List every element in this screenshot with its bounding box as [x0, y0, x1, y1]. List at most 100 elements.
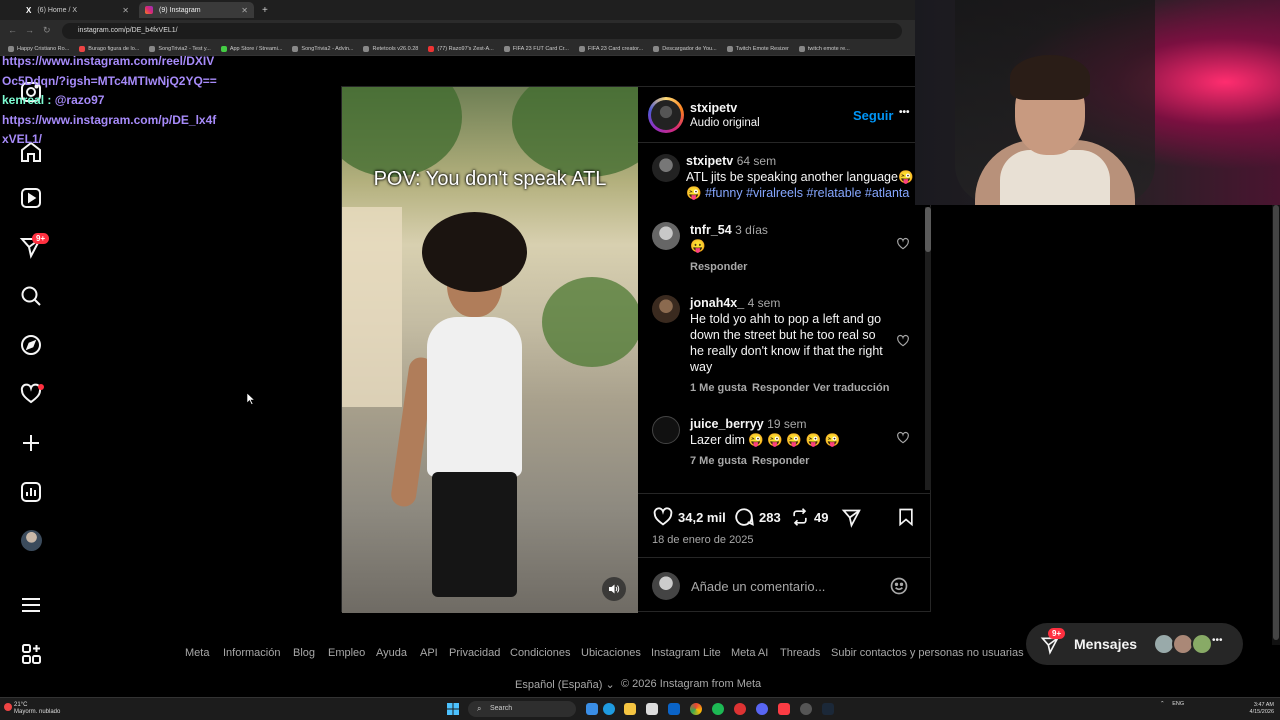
bookmark-item[interactable]: SongTrivia2 - Advin... [292, 45, 353, 52]
file-explorer-icon[interactable] [624, 703, 636, 715]
bookmark-item[interactable]: (77) Razo97's Zest-A... [428, 45, 494, 52]
bookmark-item[interactable]: FIFA 23 FUT Card Cr... [503, 45, 569, 52]
emoji-icon[interactable] [889, 576, 909, 596]
comment-like-heart-icon[interactable] [896, 237, 910, 251]
bookmark-item[interactable]: SongTrivia2 - Test y... [149, 45, 211, 52]
footer-link[interactable]: Empleo [328, 647, 365, 659]
new-tab-button[interactable]: + [256, 2, 274, 18]
author-username[interactable]: stxipetv [690, 101, 737, 115]
reply-button[interactable]: Responder [690, 261, 747, 273]
footer-link[interactable]: Condiciones [510, 647, 571, 659]
comment-like-heart-icon[interactable] [896, 334, 910, 348]
author-avatar[interactable] [648, 97, 684, 133]
footer-link[interactable]: Ayuda [376, 647, 407, 659]
language-select[interactable]: Español (España) ⌄ [515, 678, 615, 691]
clock[interactable]: 3:47 AM 4/15/2026 [1238, 702, 1274, 716]
page-scrollbar[interactable] [1272, 205, 1280, 645]
footer-link[interactable]: Blog [293, 647, 315, 659]
comment-like-count[interactable]: 1 Me gusta [690, 382, 747, 394]
bookmark-item[interactable]: App Store / Streami... [220, 45, 282, 52]
steam-icon[interactable] [822, 703, 834, 715]
comment-username[interactable]: jonah4x_ [690, 296, 744, 310]
footer-link[interactable]: Instagram Lite [651, 647, 721, 659]
caption-username[interactable]: stxipetv [686, 154, 733, 168]
bookmark-item[interactable]: Retetools v26.0.28 [363, 45, 418, 52]
bookmark-item[interactable]: Happy Cristiano Ro... [8, 45, 69, 52]
footer-link[interactable]: Meta [185, 647, 209, 659]
bookmark-item[interactable]: Twitch Emote Resizer [726, 45, 789, 52]
create-icon[interactable] [19, 431, 43, 455]
comment-text: He told yo ahh to pop a left and go down… [690, 312, 883, 374]
reply-button[interactable]: Responder [752, 455, 809, 467]
close-tab-icon[interactable]: ✕ [122, 6, 129, 15]
explore-icon[interactable] [19, 333, 43, 357]
store-icon[interactable] [646, 703, 658, 715]
footer-link[interactable]: Threads [780, 647, 820, 659]
comment-button[interactable]: 283 [733, 506, 781, 528]
bookmark-item[interactable]: twitch emote re... [798, 45, 850, 52]
chrome-icon[interactable] [690, 703, 702, 715]
repost-button[interactable]: 49 [790, 507, 828, 527]
reply-button[interactable]: Responder [752, 382, 809, 394]
tab-x-home[interactable]: X (6) Home / X ✕ [20, 2, 135, 18]
comment-avatar[interactable] [652, 295, 680, 323]
comments-list[interactable]: stxipetv 64 sem ATL jits be speaking ano… [638, 144, 930, 494]
footer-link[interactable]: Subir contactos y personas no usuarias [831, 647, 1024, 659]
audio-label[interactable]: Audio original [690, 117, 760, 129]
footer-link[interactable]: Meta AI [731, 647, 768, 659]
obs-icon[interactable] [800, 703, 812, 715]
footer-link[interactable]: Ubicaciones [581, 647, 641, 659]
mail-icon[interactable] [668, 703, 680, 715]
footer-link[interactable]: Privacidad [449, 647, 500, 659]
see-translation-button[interactable]: Ver traducción [813, 382, 889, 394]
tray-chevron-icon[interactable]: ⌃ [1160, 701, 1165, 707]
tab-instagram[interactable]: (9) Instagram ✕ [139, 2, 254, 18]
comment-like-heart-icon[interactable] [896, 431, 910, 445]
edge-icon[interactable] [603, 703, 615, 715]
more-options-icon[interactable]: ••• [899, 107, 910, 118]
music-icon[interactable] [778, 703, 790, 715]
post-sidebar: stxipetv Audio original Seguir ••• stxip… [638, 87, 930, 613]
share-icon[interactable] [841, 507, 862, 528]
reels-icon[interactable] [19, 186, 43, 210]
comment-avatar[interactable] [652, 222, 680, 250]
tray-language[interactable]: ENG [1172, 701, 1184, 707]
caption-avatar[interactable] [652, 154, 680, 182]
bookmark-item[interactable]: FIFA 23 Card creator... [578, 45, 643, 52]
windows-start-icon[interactable] [447, 703, 459, 715]
taskbar-search[interactable]: ⌕ Search [468, 701, 576, 717]
close-tab-icon[interactable]: ✕ [241, 6, 248, 15]
bookmark-item[interactable]: Burago figura de lo... [79, 45, 139, 52]
comment-username[interactable]: juice_berryy [690, 417, 764, 431]
mute-button[interactable] [602, 577, 626, 601]
task-view-icon[interactable] [586, 703, 598, 715]
caption-hashtags[interactable]: #funny #viralreels #relatable #atlanta [705, 186, 909, 200]
comment-like-count[interactable]: 7 Me gusta [690, 455, 747, 467]
reel-video[interactable]: POV: You don't speak ATL [342, 87, 638, 613]
bookmark-item[interactable]: Descargador de You... [653, 45, 717, 52]
like-button[interactable]: 34,2 mil [652, 506, 726, 528]
footer-link[interactable]: API [420, 647, 438, 659]
add-comment-input[interactable]: Añade un comentario... [691, 579, 825, 594]
save-icon[interactable] [896, 507, 916, 527]
messages-button[interactable]: 9+ Mensajes ••• [1026, 623, 1243, 665]
profile-avatar[interactable] [21, 530, 42, 551]
meta-apps-icon[interactable] [19, 642, 43, 666]
footer-link[interactable]: Información [223, 647, 280, 659]
comment-avatar[interactable] [652, 416, 680, 444]
back-icon[interactable]: ← [8, 25, 17, 35]
app-icon[interactable] [734, 703, 746, 715]
spotify-icon[interactable] [712, 703, 724, 715]
reload-icon[interactable]: ↻ [43, 25, 51, 36]
menu-icon[interactable] [19, 593, 43, 617]
search-icon[interactable] [19, 284, 43, 308]
follow-button[interactable]: Seguir [853, 108, 893, 123]
dashboard-icon[interactable] [19, 480, 43, 504]
comments-scrollbar[interactable] [925, 207, 931, 490]
url-field[interactable]: instagram.com/p/DE_b4fxVEL1/ [62, 23, 902, 39]
comment-username[interactable]: tnfr_54 [690, 223, 732, 237]
system-tray[interactable]: ⌃ ENG [1160, 701, 1184, 707]
weather-widget[interactable]: 21°C Mayorm. nublado [14, 702, 60, 716]
forward-icon[interactable]: → [25, 25, 34, 35]
discord-icon[interactable] [756, 703, 768, 715]
